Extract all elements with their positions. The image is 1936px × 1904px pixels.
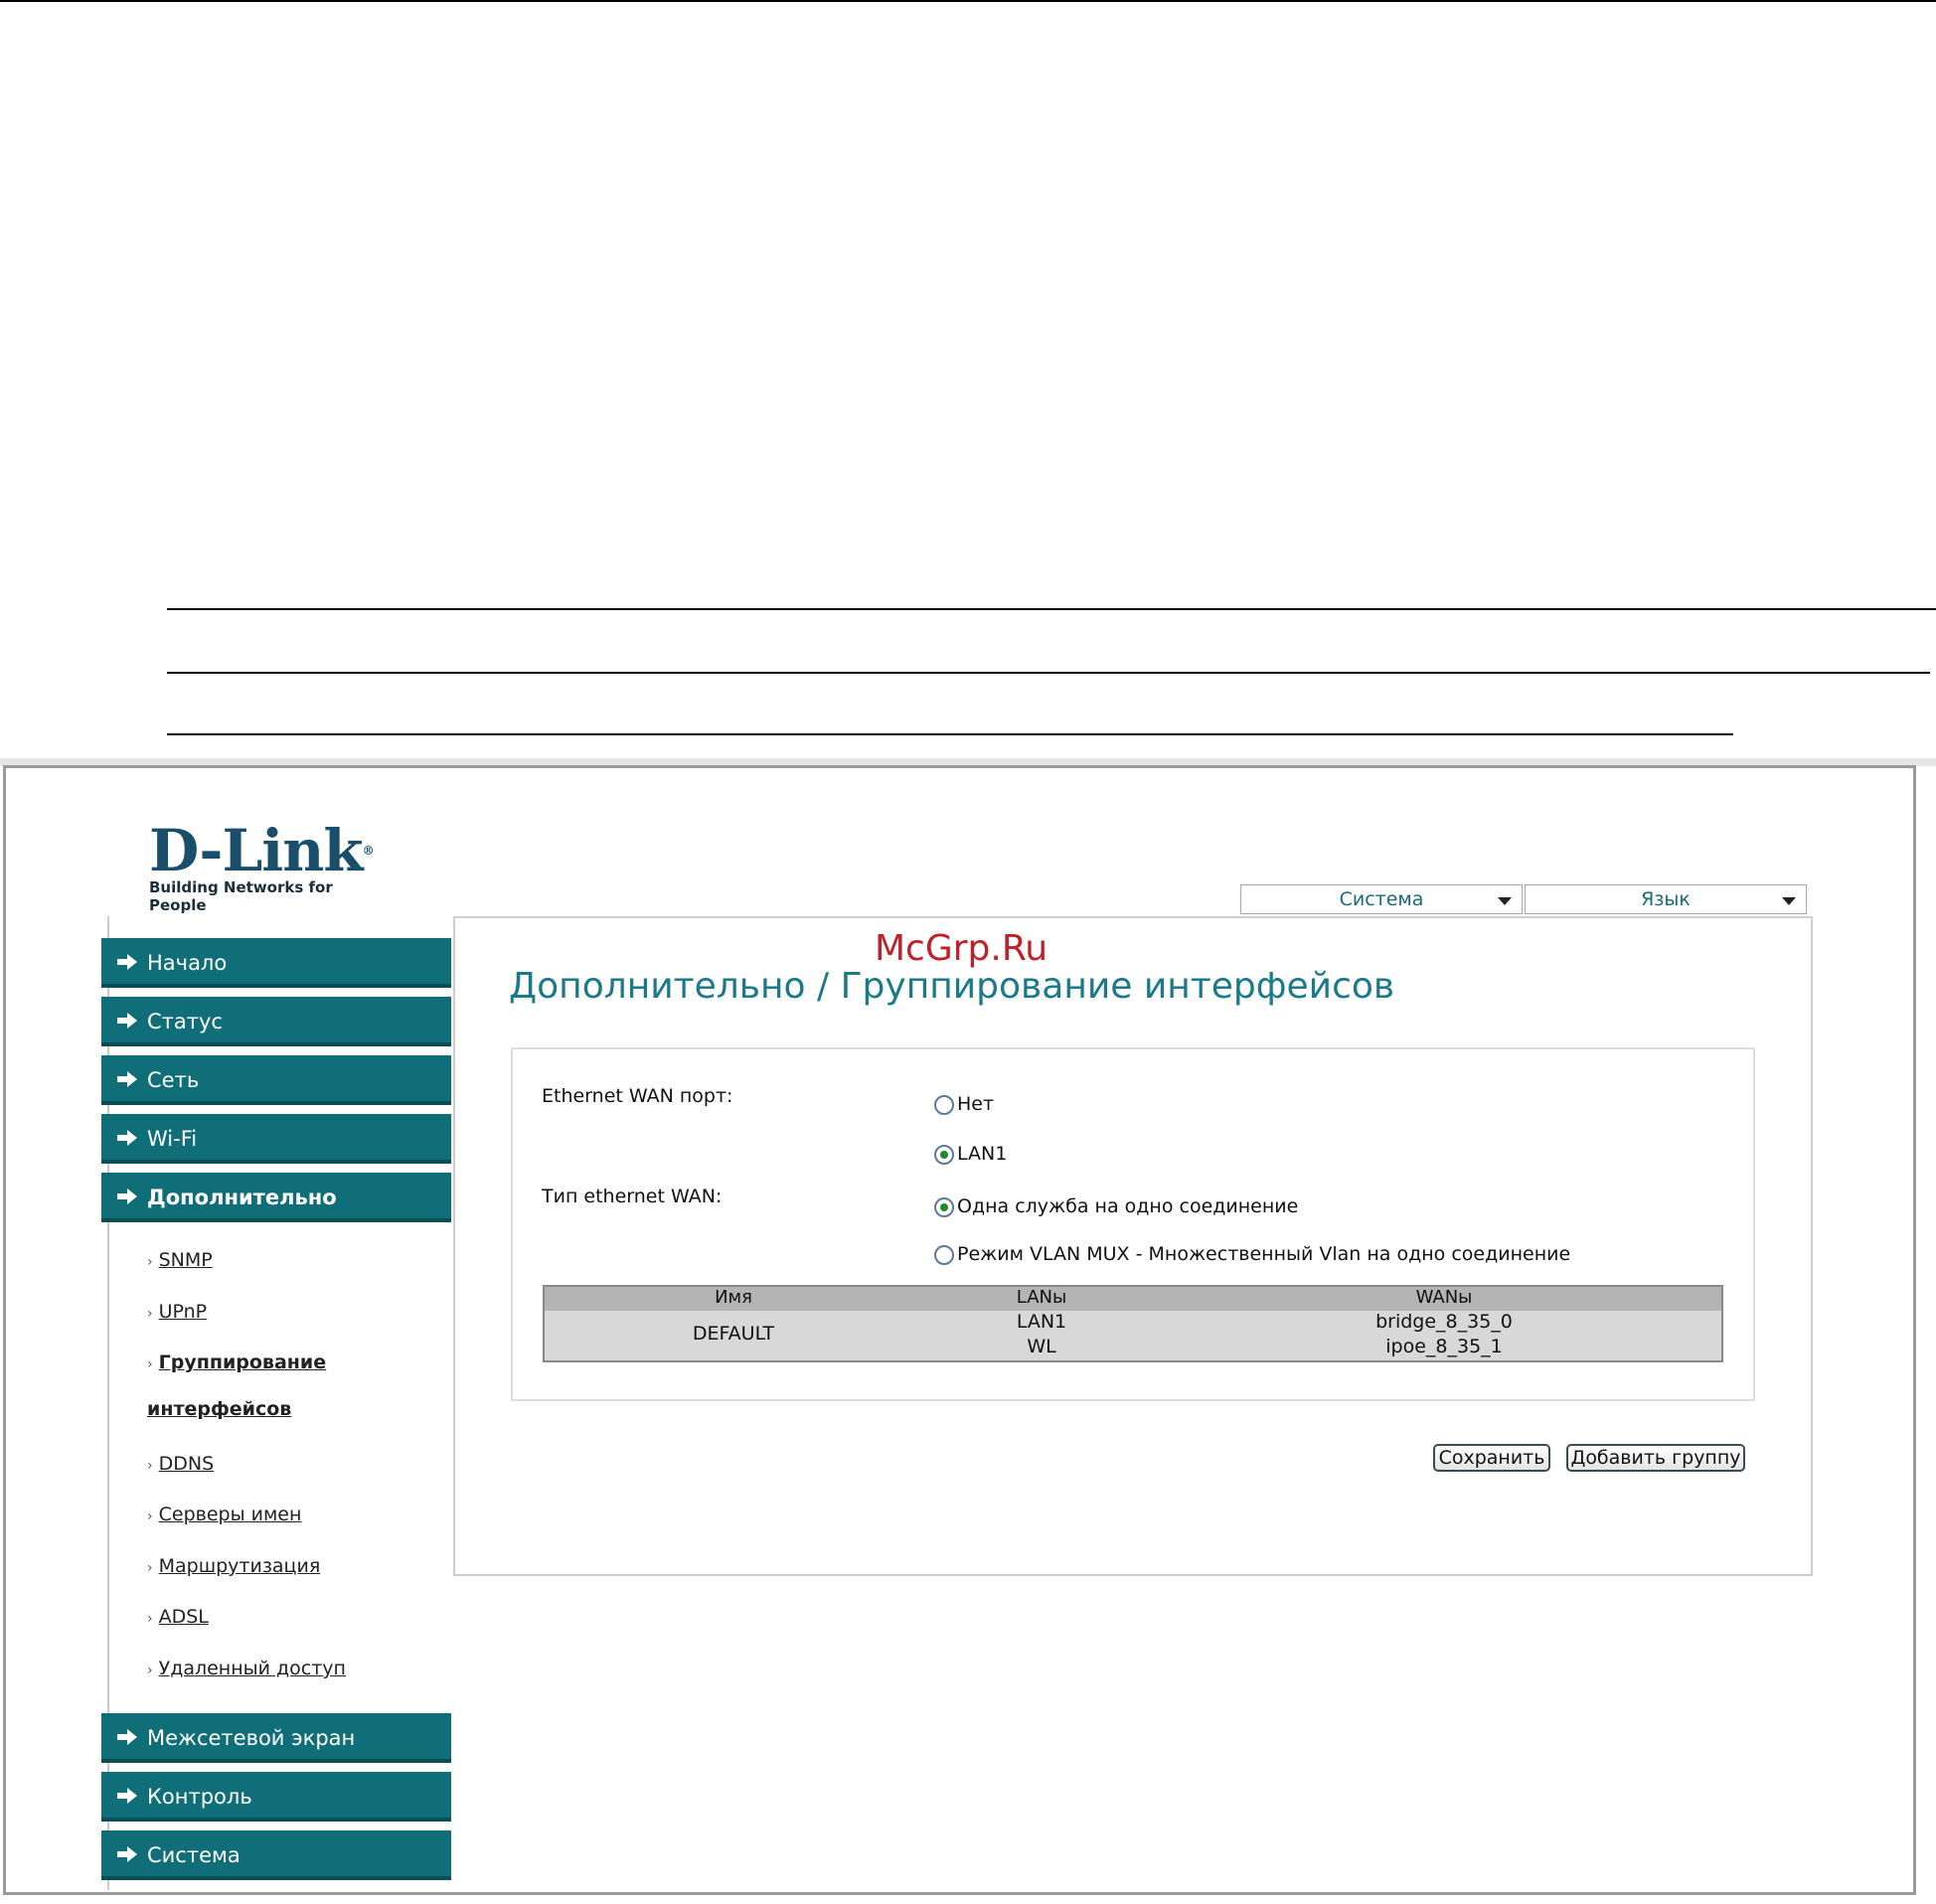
sidebar-item-home[interactable]: Начало	[101, 938, 451, 988]
radio-label: Режим VLAN MUX - Множественный Vlan на о…	[957, 1243, 1571, 1265]
sidebar-item-control[interactable]: Контроль	[101, 1772, 451, 1822]
wan-type-vlanmux-radio[interactable]: Режим VLAN MUX - Множественный Vlan на о…	[934, 1243, 1570, 1265]
bullet-icon: ›	[147, 1663, 153, 1678]
submenu-item-label: Удаленный доступ	[158, 1658, 346, 1679]
divider-line	[167, 672, 1930, 674]
submenu-item-snmp[interactable]: › SNMP	[147, 1248, 213, 1274]
divider-line	[167, 608, 1936, 610]
bullet-icon: ›	[147, 1458, 153, 1474]
arrow-right-icon	[117, 1071, 137, 1087]
submenu-item-routing[interactable]: › Маршрутизация	[147, 1554, 320, 1580]
cell-wan: ipoe_8_35_1	[1385, 1336, 1503, 1357]
cell-name: DEFAULT	[692, 1323, 775, 1345]
radio-lan1[interactable]	[934, 1144, 954, 1165]
divider-line	[167, 733, 1733, 735]
arrow-right-icon	[117, 1788, 137, 1804]
radio-vlan-mux[interactable]	[934, 1244, 954, 1265]
wan-type-label: Тип ethernet WAN:	[542, 1186, 723, 1207]
submenu-item-label: SNMP	[158, 1249, 213, 1271]
radio-label: LAN1	[957, 1143, 1008, 1165]
sidebar-item-status[interactable]: Статус	[101, 997, 451, 1046]
arrow-right-icon	[117, 1729, 137, 1745]
add-group-button[interactable]: Добавить группу	[1566, 1444, 1745, 1472]
cell-wan: bridge_8_35_0	[1375, 1311, 1513, 1333]
submenu-item-interface-grouping[interactable]: › Группирование	[147, 1350, 326, 1376]
wan-port-label: Ethernet WAN порт:	[542, 1085, 733, 1107]
submenu-item-adsl[interactable]: › ADSL	[147, 1605, 209, 1631]
sidebar-item-firewall[interactable]: Межсетевой экран	[101, 1713, 451, 1763]
submenu-item-label: Серверы имен	[158, 1504, 302, 1525]
submenu-item-label: DDNS	[158, 1453, 215, 1475]
bullet-icon: ›	[147, 1560, 153, 1576]
chevron-down-icon	[1498, 897, 1512, 905]
sidebar-item-network[interactable]: Сеть	[101, 1055, 451, 1105]
cell-lan: LAN1	[1016, 1311, 1067, 1333]
sidebar-item-label: Контроль	[147, 1785, 252, 1809]
top-border-line	[0, 0, 1936, 2]
col-header-lans: LANы	[1016, 1287, 1067, 1308]
arrow-right-icon	[117, 1013, 137, 1029]
bullet-icon: ›	[147, 1356, 153, 1372]
sidebar-item-label: Система	[147, 1843, 241, 1867]
submenu-item-label: UPnP	[158, 1301, 208, 1323]
logo-text: D-Link	[149, 817, 364, 884]
arrow-right-icon	[117, 954, 137, 970]
bullet-icon: ›	[147, 1611, 153, 1627]
sidebar-item-label: Начало	[147, 951, 228, 975]
submenu-item-ddns[interactable]: › DDNS	[147, 1452, 214, 1478]
submenu-item-remote-access[interactable]: › Удаленный доступ	[147, 1657, 346, 1682]
arrow-right-icon	[117, 1846, 137, 1862]
bullet-icon: ›	[147, 1254, 153, 1270]
submenu-item-label: ADSL	[158, 1606, 209, 1628]
system-dropdown[interactable]: Система	[1240, 884, 1523, 914]
arrow-right-icon	[117, 1130, 137, 1146]
language-dropdown-label: Язык	[1641, 888, 1691, 910]
table-header: Имя LANы WANы	[545, 1287, 1721, 1311]
sidebar-item-label: Wi-Fi	[147, 1127, 198, 1151]
wan-port-lan1-radio[interactable]: LAN1	[934, 1143, 1007, 1165]
radio-label: Нет	[957, 1093, 995, 1115]
sidebar-item-system[interactable]: Система	[101, 1830, 451, 1880]
sidebar-item-label: Сеть	[147, 1068, 200, 1092]
logo-registered-mark: ®	[362, 844, 375, 858]
col-header-name: Имя	[715, 1287, 752, 1308]
arrow-right-icon	[117, 1189, 137, 1204]
dlink-logo: D-Link® Building Networks for People	[149, 821, 388, 914]
chevron-down-icon	[1782, 897, 1796, 905]
radio-label: Одна служба на одно соединение	[957, 1195, 1299, 1217]
sidebar-item-label: Статус	[147, 1010, 223, 1033]
submenu-item-name-servers[interactable]: › Серверы имен	[147, 1503, 301, 1528]
watermark: McGrp.Ru	[875, 928, 1049, 969]
save-button[interactable]: Сохранить	[1433, 1444, 1550, 1472]
system-dropdown-label: Система	[1339, 888, 1424, 910]
sidebar-item-label: Межсетевой экран	[147, 1726, 356, 1750]
submenu-item-label: интерфейсов	[147, 1398, 292, 1420]
sidebar-item-wifi[interactable]: Wi-Fi	[101, 1114, 451, 1164]
wan-port-none-radio[interactable]: Нет	[934, 1093, 994, 1115]
bullet-icon: ›	[147, 1306, 153, 1322]
submenu-item-label: Маршрутизация	[158, 1555, 321, 1577]
groups-table: Имя LANы WANы DEFAULT LAN1 WL bridge_8_3…	[543, 1285, 1723, 1362]
submenu-item-label: Группирование	[158, 1351, 327, 1373]
radio-single-service[interactable]	[934, 1196, 954, 1217]
sidebar-item-label: Дополнительно	[147, 1186, 337, 1209]
wan-type-single-radio[interactable]: Одна служба на одно соединение	[934, 1195, 1298, 1217]
sidebar-item-advanced[interactable]: Дополнительно	[101, 1173, 451, 1222]
table-row[interactable]: DEFAULT LAN1 WL bridge_8_35_0 ipoe_8_35_…	[545, 1311, 1721, 1360]
page-title: Дополнительно / Группирование интерфейсо…	[509, 966, 1395, 1007]
cell-lan: WL	[1027, 1336, 1056, 1357]
radio-none[interactable]	[934, 1094, 954, 1115]
col-header-wans: WANы	[1415, 1287, 1473, 1308]
language-dropdown[interactable]: Язык	[1525, 884, 1807, 914]
bullet-icon: ›	[147, 1508, 153, 1524]
submenu-item-interface-grouping-cont[interactable]: интерфейсов	[147, 1397, 291, 1421]
submenu-item-upnp[interactable]: › UPnP	[147, 1300, 207, 1326]
